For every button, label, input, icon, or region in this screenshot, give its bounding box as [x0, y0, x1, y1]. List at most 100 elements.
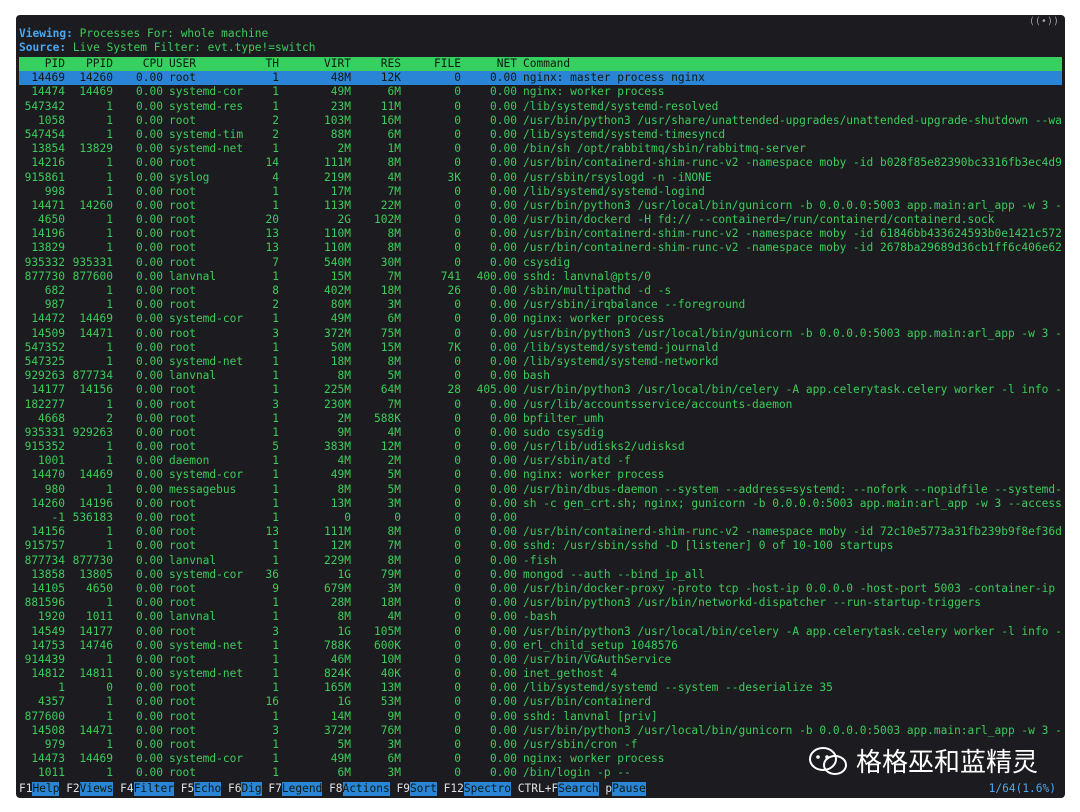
table-row[interactable]: 14509 14471 0.00 root 3 372M 75M 0 0.00/usr/bin/…: [19, 327, 1062, 341]
table-row[interactable]: 980 1 0.00 messagebus 1 8M 5M 0 0.00/usr/bin/dbu…: [19, 483, 1062, 497]
cell-threads: 1: [272, 652, 279, 666]
table-row[interactable]: 877600 1 0.00 root 1 14M 9M 0 0.00 sshd: lanvnal …: [19, 710, 1062, 724]
column-header-command[interactable]: Command: [517, 57, 1062, 71]
function-key-button-actions[interactable]: Actions: [342, 782, 390, 796]
function-key-f2: F2: [66, 782, 80, 795]
table-row[interactable]: 13854 13829 0.00 systemd-net 1 2M 1M 0 0.00/bin/…: [19, 142, 1062, 156]
cell-net: 0.00: [490, 496, 517, 510]
function-key-button-help[interactable]: Help: [32, 782, 60, 796]
table-row[interactable]: 935332 935331 0.00 root 7 540M 30M 0 0.00 csysdig: [19, 256, 1062, 270]
terminal-window: ((•)) Viewing: Processes For: whole mach…: [16, 15, 1065, 798]
table-row[interactable]: 14105 4650 0.00 root 9 679M 3M 0 0.00/usr/bin/do…: [19, 582, 1062, 596]
cell-cpu: 0.00: [136, 184, 163, 198]
cell-command: /lib/systemd/systemd-resolved: [523, 99, 719, 113]
cell-ppid: 14156: [79, 383, 113, 397]
function-key-button-legend[interactable]: Legend: [281, 782, 323, 796]
cell-file: 0: [454, 482, 461, 496]
table-row[interactable]: 14549 14177 0.00 root 3 1G 105M 0 0.00/usr/bin/p…: [19, 625, 1062, 639]
cell-threads: 1: [272, 99, 279, 113]
table-row[interactable]: -1 536183 0.00 root 1 0 0 0 0.00: [19, 511, 1062, 525]
column-header-ppid[interactable]: PPID: [65, 57, 113, 71]
table-row[interactable]: 4668 2 0.00 root 1 2M 588K 0 0.00 bpfilter_umh: [19, 412, 1062, 426]
table-row[interactable]: 547454 1 0.00 systemd-tim 2 88M 6M 0 0.00/lib/sy…: [19, 128, 1062, 142]
table-row[interactable]: 14812 14811 0.00 systemd-net 1 824K 40K 0 0.00 in…: [19, 667, 1062, 681]
column-header-virt[interactable]: VIRT: [279, 57, 351, 71]
table-row[interactable]: 14156 1 0.00 root 13 111M 8M 0 0.00/usr/bin/cont…: [19, 525, 1062, 539]
column-header-res[interactable]: RES: [351, 57, 401, 71]
cell-pid: 915861: [24, 170, 65, 184]
cell-net: 0.00: [490, 681, 517, 695]
cell-file: 0: [454, 354, 461, 368]
cell-ppid: 1011: [86, 610, 113, 624]
table-row[interactable]: 14474 14469 0.00 systemd-cor 1 49M 6M 0 0.00 ngin…: [19, 85, 1062, 99]
table-row[interactable]: 1001 1 0.00 daemon 1 4M 2M 0 0.00/usr/sbin/atd -…: [19, 454, 1062, 468]
table-row[interactable]: 987 1 0.00 root 2 80M 3M 0 0.00/usr/sbin/irqbala…: [19, 298, 1062, 312]
table-row[interactable]: 547352 1 0.00 root 1 50M 15M 7K 0.00/lib/systemd…: [19, 341, 1062, 355]
table-row[interactable]: 14177 14156 0.00 root 1 225M 64M 28 405.00/usr/b…: [19, 383, 1062, 397]
table-row[interactable]: 14196 1 0.00 root 13 110M 8M 0 0.00/usr/bin/cont…: [19, 227, 1062, 241]
table-row[interactable]: 915861 1 0.00 syslog 4 219M 4M 3K 0.00/usr/sbin/…: [19, 171, 1062, 185]
table-row[interactable]: 935331 929263 0.00 root 1 9M 4M 0 0.00 sudo csysd…: [19, 426, 1062, 440]
cell-file: 0: [454, 397, 461, 411]
function-key-button-pause[interactable]: Pause: [612, 782, 646, 796]
cell-virt: 111M: [324, 525, 351, 539]
column-header-file[interactable]: FILE: [401, 57, 461, 71]
cell-res: 53M: [380, 695, 401, 709]
column-header-cpu[interactable]: CPU: [113, 57, 163, 71]
cell-net: 0.00: [490, 284, 517, 297]
function-key-button-echo[interactable]: Echo: [194, 782, 222, 796]
table-row[interactable]: 14472 14469 0.00 systemd-cor 1 49M 6M 0 0.00 ngin…: [19, 312, 1062, 326]
cell-virt: 1G: [337, 567, 351, 581]
function-key-button-sort[interactable]: Sort: [409, 782, 437, 796]
table-row[interactable]: 14471 14260 0.00 root 1 113M 22M 0 0.00/usr/bin/…: [19, 199, 1062, 213]
column-header-threads[interactable]: TH: [251, 57, 279, 71]
column-header-net[interactable]: NET: [461, 57, 517, 71]
table-row[interactable]: 547325 1 0.00 systemd-net 1 18M 8M 0 0.00/lib/sy…: [19, 355, 1062, 369]
cell-threads: 5: [272, 440, 279, 454]
cell-command: /usr/sbin/rsyslogd -n -iNONE: [523, 170, 712, 184]
table-row[interactable]: 13858 13805 0.00 systemd-cor 36 1G 79M 0 0.00 mon…: [19, 568, 1062, 582]
column-header-user[interactable]: USER: [163, 57, 251, 71]
table-row[interactable]: 4650 1 0.00 root 20 2G 102M 0 0.00/usr/bin/docke…: [19, 213, 1062, 227]
table-row[interactable]: 1920 1011 0.00 lanvnal 1 8M 4M 0 0.00 -bash: [19, 610, 1062, 624]
table-row[interactable]: 929263 877734 0.00 lanvnal 1 8M 5M 0 0.00 bash: [19, 369, 1062, 383]
function-key-button-dig[interactable]: Dig: [241, 782, 262, 796]
table-header[interactable]: PID PPID CPU USER TH VIRT RES FILE NET Command: [19, 57, 1062, 72]
table-row[interactable]: 547342 1 0.00 systemd-res 1 23M 11M 0 0.00/lib/s…: [19, 100, 1062, 114]
cell-pid: 547352: [24, 340, 65, 354]
table-row[interactable]: 914439 1 0.00 root 1 46M 10M 0 0.00/usr/bin/VGAu…: [19, 653, 1062, 667]
function-key-button-filter[interactable]: Filter: [133, 782, 175, 796]
cell-res: 4M: [387, 610, 401, 624]
table-row-selected[interactable]: 14469 14260 0.00 root 1 48M 12K 0 0.00 nginx: mas…: [19, 71, 1062, 86]
table-row[interactable]: 915757 1 0.00 root 1 12M 7M 0 0.00 sshd: /usr/sbi…: [19, 539, 1062, 553]
function-key-button-spectro[interactable]: Spectro: [463, 782, 512, 796]
table-row[interactable]: 4357 1 0.00 root 16 1G 53M 0 0.00/usr/bin/contai…: [19, 695, 1062, 709]
table-row[interactable]: 998 1 0.00 root 1 17M 7M 0 0.00/lib/systemd/syst…: [19, 185, 1062, 199]
table-row[interactable]: 14753 14746 0.00 systemd-net 1 788K 600K 0 0.00 e…: [19, 639, 1062, 653]
table-row[interactable]: 682 1 0.00 root 8 402M 18M 26 0.00/sbin/multipat…: [19, 284, 1062, 298]
table-row[interactable]: 877730 877600 0.00 lanvnal 1 15M 7M 741 400.00 ss…: [19, 270, 1062, 284]
function-key-button-search[interactable]: Search: [558, 782, 599, 796]
function-key-button-views[interactable]: Views: [79, 782, 114, 796]
cell-pid: 914439: [24, 652, 65, 666]
table-row[interactable]: 13829 1 0.00 root 13 110M 8M 0 0.00/usr/bin/cont…: [19, 241, 1062, 255]
table-row[interactable]: 1 0 0.00 root 1 165M 13M 0 0.00/lib/systemd/syst…: [19, 681, 1062, 695]
cell-command: /usr/bin/containerd-shim-runc-v2 -namesp…: [523, 241, 1062, 255]
table-row[interactable]: 14260 14196 0.00 root 1 13M 3M 0 0.00 sh -c gen_c…: [19, 497, 1062, 511]
table-row[interactable]: 14508 14471 0.00 root 3 372M 76M 0 0.00/usr/bin/…: [19, 724, 1062, 738]
cell-command: -fish: [523, 553, 557, 567]
column-header-pid[interactable]: PID: [19, 57, 65, 71]
table-row[interactable]: 877734 877730 0.00 lanvnal 1 229M 8M 0 0.00 -fish: [19, 554, 1062, 568]
table-row[interactable]: 14470 14469 0.00 systemd-cor 1 49M 5M 0 0.00 ngin…: [19, 468, 1062, 482]
table-row[interactable]: 14216 1 0.00 root 14 111M 8M 0 0.00/usr/bin/cont…: [19, 156, 1062, 170]
cell-net: 0.00: [490, 170, 517, 184]
cell-pid: 14469: [31, 71, 65, 85]
table-row[interactable]: 182277 1 0.00 root 3 230M 7M 0 0.00/usr/lib/acco…: [19, 398, 1062, 412]
table-row[interactable]: 881596 1 0.00 root 1 28M 18M 0 0.00/usr/bin/pyth…: [19, 596, 1062, 610]
table-row[interactable]: 1058 1 0.00 root 2 103M 16M 0 0.00/usr/bin/pytho…: [19, 114, 1062, 128]
cell-command: /usr/bin/containerd-shim-runc-v2 -namesp…: [523, 525, 1062, 539]
cell-threads: 1: [272, 766, 279, 780]
cell-user: daemon: [169, 454, 210, 468]
table-row[interactable]: 915352 1 0.00 root 5 383M 12M 0 0.00/usr/lib/udi…: [19, 440, 1062, 454]
cell-pid: 1011: [38, 766, 65, 780]
